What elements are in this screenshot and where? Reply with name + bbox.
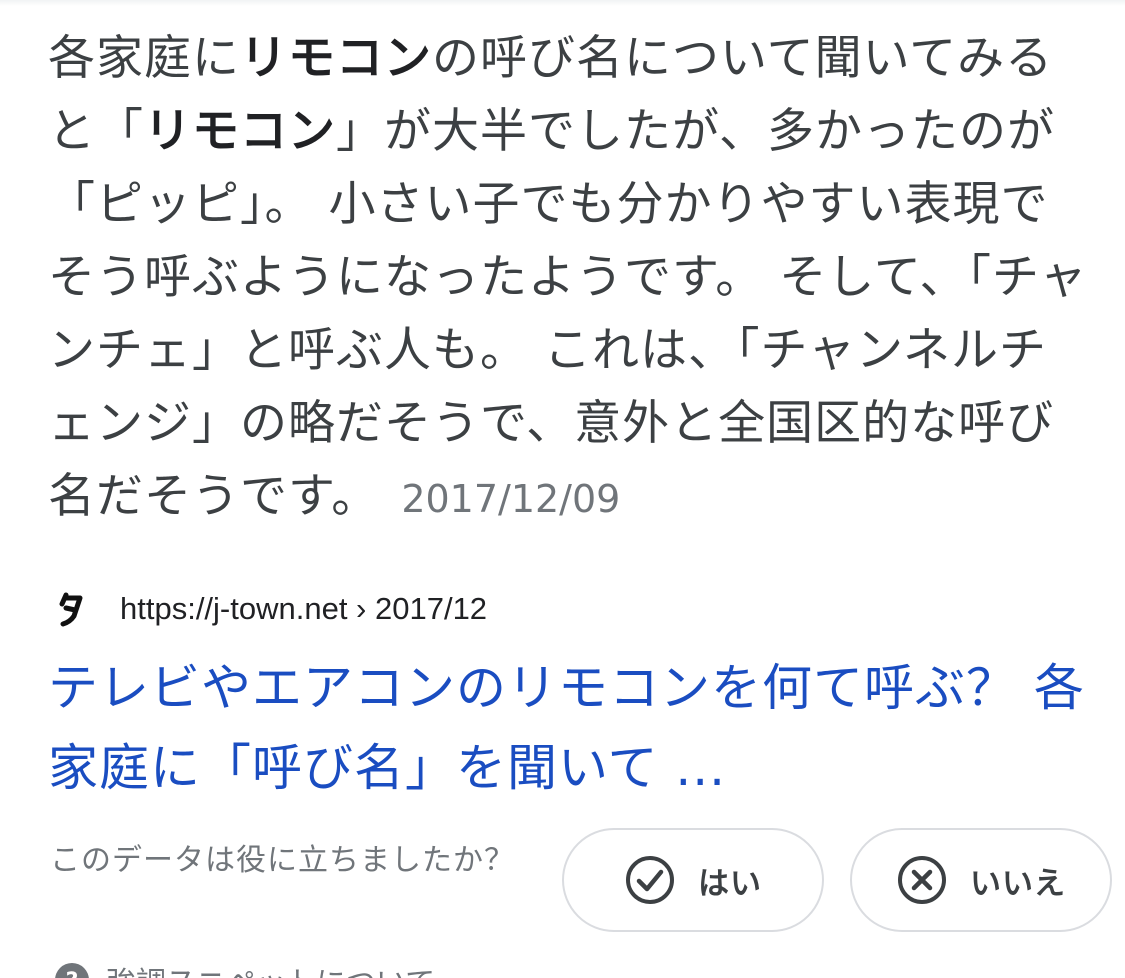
feedback-yes-button[interactable]: はい (562, 828, 824, 932)
search-result-page: 各家庭にリモコンの呼び名について聞いてみると「リモコン」が大半でしたが、多かった… (0, 0, 1125, 978)
featured-snippet-text: 各家庭にリモコンの呼び名について聞いてみると「リモコン」が大半でしたが、多かった… (48, 22, 1088, 536)
x-circle-icon (896, 854, 948, 906)
check-circle-icon (624, 854, 676, 906)
site-favicon-icon (52, 589, 92, 629)
feedback-no-label: いいえ (970, 865, 1066, 902)
about-snippets-text: 強調スニペットについて (106, 958, 435, 978)
feedback-no-button[interactable]: いいえ (850, 828, 1112, 932)
source-url: https://j-town.net › 2017/12 (120, 591, 488, 626)
result-title-link[interactable]: テレビやエアコンのリモコンを何て呼ぶ？ 各家庭に「呼び名」を聞いて ... (48, 648, 1098, 808)
snippet-segment: 各家庭に (48, 31, 240, 86)
svg-text:?: ? (66, 969, 79, 978)
feedback-question: このデータは役に立ちましたか？ (50, 843, 515, 878)
help-circle-icon: ? (52, 960, 92, 978)
snippet-highlight: リモコン (144, 104, 336, 159)
top-divider (0, 0, 1125, 6)
snippet-date: 2017/12/09 (401, 477, 621, 521)
about-snippets-link[interactable]: ? 強調スニペットについて (52, 958, 435, 978)
result-source[interactable]: https://j-town.net › 2017/12 (52, 584, 487, 634)
feedback-yes-label: はい (698, 865, 762, 902)
snippet-highlight: リモコン (240, 31, 432, 86)
snippet-segment: 」が大半でしたが、多かったのが「ピッピ」。 小さい子でも分かりやすい表現でそう呼… (48, 104, 1088, 524)
